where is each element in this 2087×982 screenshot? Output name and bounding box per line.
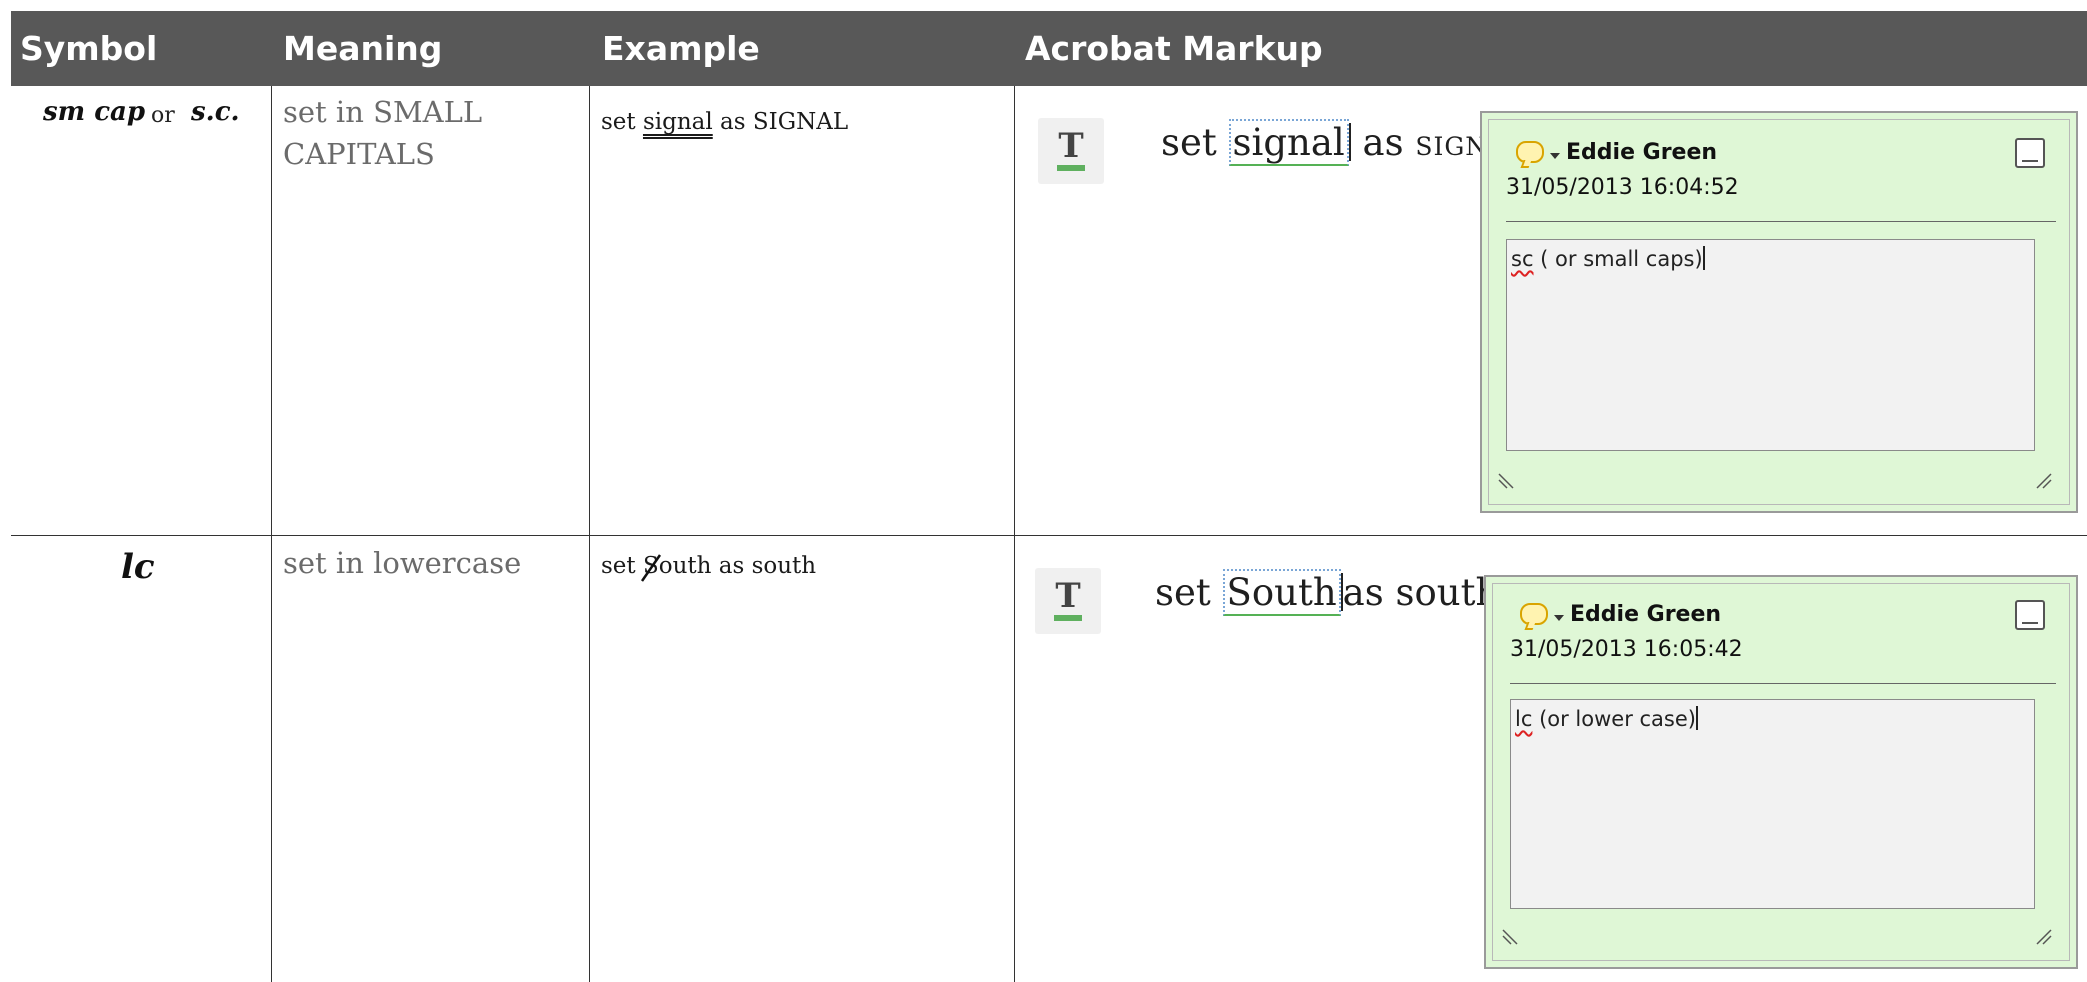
minimize-icon[interactable]: [2015, 138, 2045, 168]
example-struck-letter: S: [640, 553, 661, 582]
table-header: Symbol Meaning Example Acrobat Markup: [11, 11, 2087, 86]
comment-divider: [1510, 683, 2056, 684]
resize-grip-icon[interactable]: [2034, 927, 2052, 945]
header-symbol: Symbol: [20, 29, 158, 68]
comment-popup[interactable]: Eddie Green 31/05/2013 16:04:52 sc ( or …: [1480, 111, 2078, 513]
comment-text: (or lower case): [1532, 707, 1696, 731]
text-cursor: [1702, 246, 1705, 270]
comment-author: Eddie Green: [1570, 602, 1722, 627]
example-cell: set South as south: [601, 551, 817, 582]
example-text: set: [601, 553, 643, 579]
comment-text: ( or small caps): [1533, 247, 1703, 271]
proofreading-table: Symbol Meaning Example Acrobat Markup sm…: [11, 11, 2087, 982]
strike-mark: [640, 554, 661, 582]
example-text: set: [601, 109, 643, 135]
header-acrobat-markup: Acrobat Markup: [1025, 29, 1323, 68]
markup-sentence: set signal as SIGNAL: [1161, 119, 1525, 166]
header-meaning: Meaning: [283, 29, 443, 68]
text-cursor: [1348, 123, 1351, 161]
text-edit-tool-icon[interactable]: T: [1035, 568, 1101, 634]
header-example: Example: [602, 29, 760, 68]
proof-symbol-lowercase: lc: [121, 547, 155, 587]
comment-divider: [1506, 221, 2056, 222]
example-cell: set signal as SIGNAL: [601, 107, 848, 137]
comment-bubble-icon: [1520, 603, 1548, 625]
meaning-line: CAPITALS: [283, 137, 435, 171]
markup-selected-word[interactable]: South: [1222, 569, 1341, 616]
resize-grip-icon[interactable]: [1502, 927, 1520, 945]
comment-text-area[interactable]: lc (or lower case): [1510, 699, 2035, 909]
example-text: outh as south: [658, 553, 817, 579]
resize-grip-icon[interactable]: [2034, 471, 2052, 489]
text-edit-tool-icon[interactable]: T: [1038, 118, 1104, 184]
resize-grip-icon[interactable]: [1498, 471, 1516, 489]
meaning-line: set in lowercase: [283, 546, 522, 580]
comment-author: Eddie Green: [1566, 140, 1718, 165]
markup-text: set: [1161, 121, 1229, 164]
chevron-down-icon[interactable]: [1550, 153, 1560, 159]
markup-text: set: [1155, 571, 1223, 614]
symbol-handwritten-alt: s.c.: [191, 97, 240, 127]
meaning-cell: set in SMALL CAPITALS: [283, 91, 482, 175]
column-divider: [271, 86, 272, 982]
text-cursor: [1695, 706, 1698, 730]
markup-selected-word[interactable]: signal: [1228, 119, 1349, 166]
minimize-icon[interactable]: [2015, 600, 2045, 630]
comment-misspelled-word: sc: [1511, 247, 1534, 271]
markup-text: as: [1362, 121, 1416, 164]
example-text: as SIGNAL: [712, 109, 849, 135]
comment-date: 31/05/2013 16:04:52: [1506, 175, 1739, 200]
column-divider: [1014, 86, 1015, 982]
column-divider: [589, 86, 590, 982]
comment-date: 31/05/2013 16:05:42: [1510, 637, 1743, 662]
row-divider: [11, 535, 2087, 536]
comment-text-area[interactable]: sc ( or small caps): [1506, 239, 2035, 451]
chevron-down-icon[interactable]: [1554, 615, 1564, 621]
comment-popup[interactable]: Eddie Green 31/05/2013 16:05:42 lc (or l…: [1484, 575, 2078, 969]
markup-sentence: set South as south: [1155, 569, 1500, 616]
comment-misspelled-word: lc: [1515, 707, 1533, 731]
meaning-cell: set in lowercase: [283, 542, 521, 584]
symbol-handwritten: sm cap: [43, 97, 146, 127]
comment-bubble-icon: [1516, 141, 1544, 163]
example-marked-word: signal: [642, 109, 713, 135]
meaning-line: set in SMALL: [283, 95, 483, 129]
markup-text: as south: [1342, 571, 1500, 614]
symbol-or: or: [151, 103, 175, 128]
